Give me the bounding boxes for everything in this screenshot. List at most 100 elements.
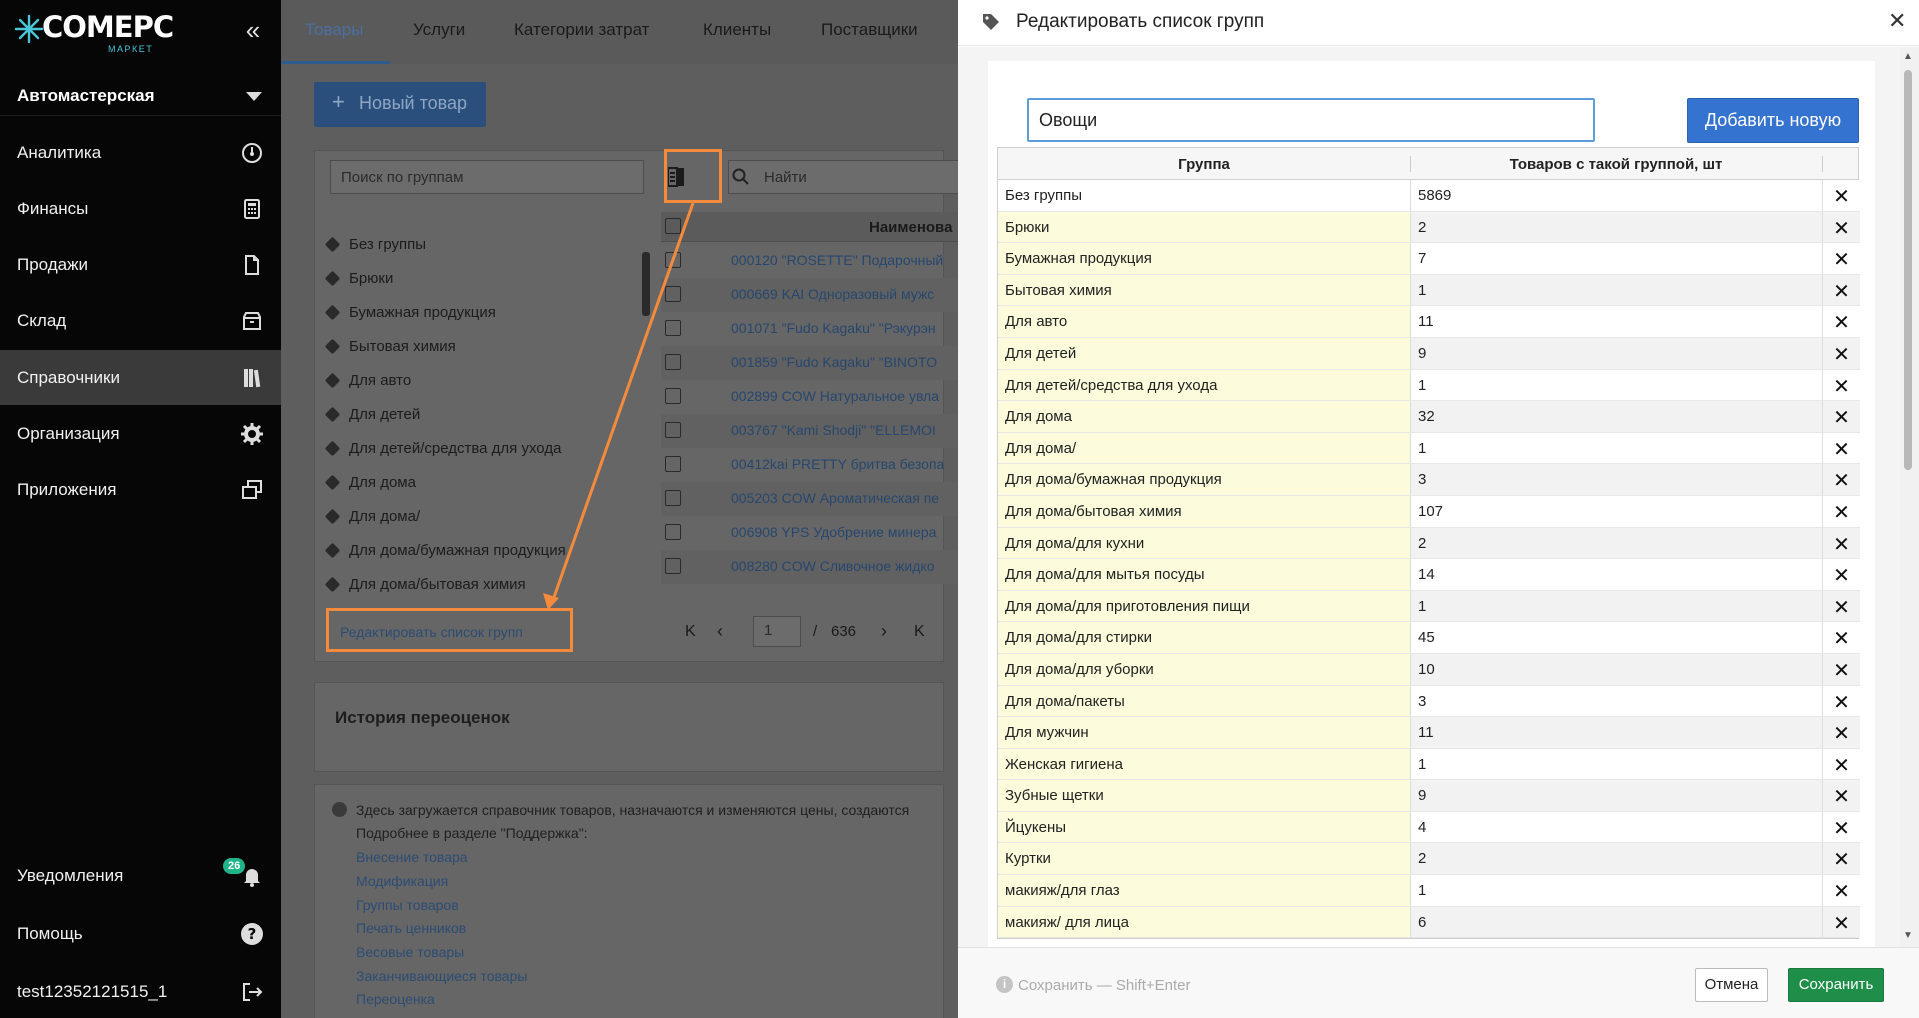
group-name-cell[interactable]: макияж/ для лица xyxy=(998,906,1410,939)
group-name-cell[interactable]: Зубные щетки xyxy=(998,780,1410,812)
group-name-cell[interactable]: Для дома/для кухни xyxy=(998,527,1410,560)
group-name-cell[interactable]: макияж/для глаз xyxy=(998,875,1410,907)
group-name-cell[interactable]: Для дома/ xyxy=(998,432,1410,465)
product-link[interactable]: 008280 COW Сливочное жидко xyxy=(731,558,934,574)
tree-scrollbar-thumb[interactable] xyxy=(642,252,650,316)
scroll-down-icon[interactable]: ▼ xyxy=(1903,930,1913,941)
help-link[interactable]: Переоценка xyxy=(356,991,435,1007)
user-item[interactable]: test12352121515_1 xyxy=(0,964,281,1018)
new-group-input[interactable] xyxy=(1027,98,1595,142)
delete-row-icon[interactable]: ✕ xyxy=(1822,495,1860,528)
row-checkbox[interactable] xyxy=(665,422,681,438)
group-name-cell[interactable]: Йцукены xyxy=(998,811,1410,844)
group-name-cell[interactable]: Бумажная продукция xyxy=(998,243,1410,275)
row-checkbox[interactable] xyxy=(665,456,681,472)
group-name-cell[interactable]: Для детей/средства для ухода xyxy=(998,369,1410,402)
nav-item-organization[interactable]: Организация xyxy=(0,406,281,461)
product-link[interactable]: 00412kai PRETTY бритва безопа xyxy=(731,456,944,472)
tree-item[interactable]: Для дома xyxy=(349,474,416,491)
row-checkbox[interactable] xyxy=(665,320,681,336)
delete-row-icon[interactable]: ✕ xyxy=(1822,780,1860,812)
group-name-cell[interactable]: Для дома/бумажная продукция xyxy=(998,464,1410,496)
delete-row-icon[interactable]: ✕ xyxy=(1822,843,1860,876)
group-name-cell[interactable]: Для дома/пакеты xyxy=(998,685,1410,718)
delete-row-icon[interactable]: ✕ xyxy=(1822,717,1860,749)
company-selector[interactable]: Автомастерская xyxy=(0,74,281,116)
group-name-cell[interactable]: Для дома xyxy=(998,401,1410,433)
delete-row-icon[interactable]: ✕ xyxy=(1822,306,1860,338)
delete-row-icon[interactable]: ✕ xyxy=(1822,748,1860,781)
group-name-cell[interactable]: Бытовая химия xyxy=(998,274,1410,307)
modal-scrollbar-thumb[interactable] xyxy=(1904,70,1912,470)
tree-item[interactable]: Для дома/ xyxy=(349,508,420,525)
row-checkbox[interactable] xyxy=(665,490,681,506)
select-all-checkbox[interactable] xyxy=(665,218,681,234)
tab-expense-categories[interactable]: Категории затрат xyxy=(514,20,649,40)
delete-row-icon[interactable]: ✕ xyxy=(1822,464,1860,496)
page-input[interactable]: 1 xyxy=(753,616,801,647)
search-groups-input[interactable]: Поиск по группам xyxy=(330,160,644,194)
first-page-icon[interactable]: K xyxy=(685,623,696,641)
group-name-cell[interactable]: Для дома/для стирки xyxy=(998,622,1410,654)
delete-row-icon[interactable]: ✕ xyxy=(1822,274,1860,307)
group-name-cell[interactable]: Для дома/для приготовления пищи xyxy=(998,590,1410,623)
tab-services[interactable]: Услуги xyxy=(413,20,465,40)
product-link[interactable]: 000669 KAI Одноразовый мужс xyxy=(731,286,934,302)
help-link[interactable]: Печать ценников xyxy=(356,920,466,936)
nav-item-finance[interactable]: Финансы xyxy=(0,181,281,236)
tree-item[interactable]: Для дома/бумажная продукция xyxy=(349,542,566,559)
product-link[interactable]: 003767 "Kami Shodji" "ELLEMOI xyxy=(731,422,936,438)
product-link[interactable]: 002899 COW Натуральное увла xyxy=(731,388,939,404)
nav-item-sales[interactable]: Продажи xyxy=(0,237,281,292)
new-product-button[interactable]: + Новый товар xyxy=(314,82,486,127)
save-button[interactable]: Сохранить xyxy=(1788,968,1884,1002)
group-name-cell[interactable]: Для дома/бытовая химия xyxy=(998,495,1410,528)
delete-row-icon[interactable]: ✕ xyxy=(1822,590,1860,623)
nav-item-warehouse[interactable]: Склад xyxy=(0,293,281,348)
tab-suppliers[interactable]: Поставщики xyxy=(821,20,918,40)
delete-row-icon[interactable]: ✕ xyxy=(1822,622,1860,654)
help-link[interactable]: Группы товаров xyxy=(356,897,459,913)
group-name-cell[interactable]: Для детей xyxy=(998,337,1410,370)
help-link[interactable]: Заканчивающиеся товары xyxy=(356,968,527,984)
delete-row-icon[interactable]: ✕ xyxy=(1822,180,1860,212)
group-name-cell[interactable]: Для авто xyxy=(998,306,1410,338)
help-link[interactable]: Внесение товара xyxy=(356,849,468,865)
product-link[interactable]: 005203 COW Ароматическая пе xyxy=(731,490,939,506)
tab-products[interactable]: Товары xyxy=(305,20,363,40)
last-page-icon[interactable]: K xyxy=(914,623,925,641)
delete-row-icon[interactable]: ✕ xyxy=(1822,432,1860,465)
tree-item[interactable]: Для детей xyxy=(349,406,420,423)
add-new-group-button[interactable]: Добавить новую xyxy=(1687,98,1859,143)
row-checkbox[interactable] xyxy=(665,354,681,370)
row-checkbox[interactable] xyxy=(665,558,681,574)
tab-clients[interactable]: Клиенты xyxy=(703,20,771,40)
delete-row-icon[interactable]: ✕ xyxy=(1822,337,1860,370)
group-name-cell[interactable]: Для дома/для мытья посуды xyxy=(998,559,1410,591)
cancel-button[interactable]: Отмена xyxy=(1695,968,1768,1002)
delete-row-icon[interactable]: ✕ xyxy=(1822,685,1860,718)
notifications-item[interactable]: Уведомления xyxy=(0,848,281,903)
delete-row-icon[interactable]: ✕ xyxy=(1822,211,1860,244)
tree-item[interactable]: Для дома/бытовая химия xyxy=(349,576,526,593)
group-name-cell[interactable]: Женская гигиена xyxy=(998,748,1410,781)
help-item[interactable]: Помощь ? xyxy=(0,906,281,961)
prev-page-icon[interactable]: ‹ xyxy=(717,621,723,642)
tree-item[interactable]: Бумажная продукция xyxy=(349,304,496,321)
delete-row-icon[interactable]: ✕ xyxy=(1822,369,1860,402)
tree-item[interactable]: Брюки xyxy=(349,270,393,287)
row-checkbox[interactable] xyxy=(665,524,681,540)
nav-item-references[interactable]: Справочники xyxy=(0,350,281,405)
group-name-cell[interactable]: Для мужчин xyxy=(998,717,1410,749)
delete-row-icon[interactable]: ✕ xyxy=(1822,527,1860,560)
delete-row-icon[interactable]: ✕ xyxy=(1822,906,1860,939)
product-link[interactable]: 001071 "Fudo Kagaku" "Рэкурэн xyxy=(731,320,936,336)
product-link[interactable]: 000120 "ROSETTE" Подарочный xyxy=(731,252,943,268)
help-link[interactable]: Весовые товары xyxy=(356,944,464,960)
row-checkbox[interactable] xyxy=(665,286,681,302)
scroll-up-icon[interactable]: ▲ xyxy=(1903,51,1913,62)
group-name-cell[interactable]: Для дома/для уборки xyxy=(998,653,1410,686)
tree-item[interactable]: Бытовая химия xyxy=(349,338,456,355)
delete-row-icon[interactable]: ✕ xyxy=(1822,243,1860,275)
group-name-cell[interactable]: Без группы xyxy=(998,180,1410,212)
